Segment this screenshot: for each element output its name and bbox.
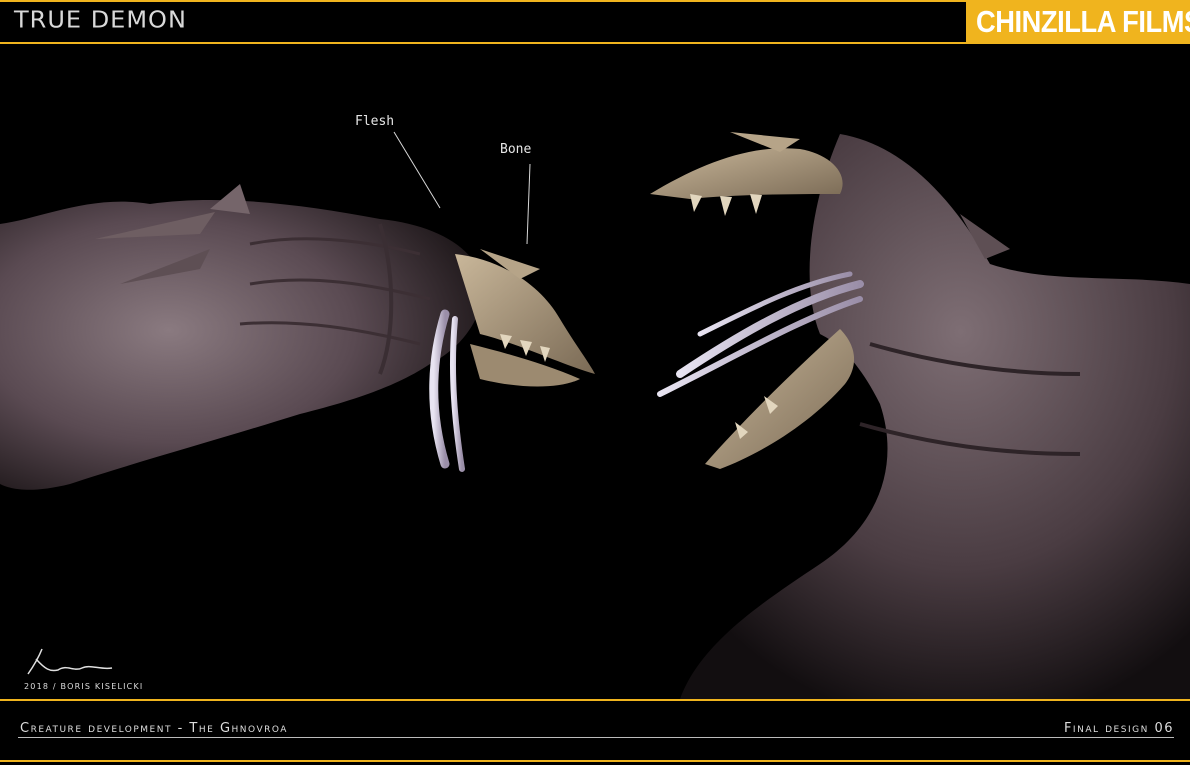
header-top-rule	[0, 0, 966, 2]
creature-illustration	[0, 131, 1190, 699]
credit-text: 2018 / BORIS KISELICKI	[24, 682, 144, 691]
flesh-pointer-line	[393, 131, 441, 209]
bone-label: Bone	[500, 142, 532, 157]
brand-logo: CHINZILLA FILMS	[966, 0, 1190, 44]
caption-right: Final design 06	[1063, 721, 1174, 736]
header-bar: TRUE DEMON CHINZILLA FILMS	[0, 0, 1190, 44]
left-creature-head	[0, 184, 595, 490]
caption-left: Creature development - The Ghnovroa	[20, 721, 288, 736]
page-title: TRUE DEMON	[14, 6, 187, 34]
flesh-label: Flesh	[355, 114, 395, 129]
brand-logo-text: CHINZILLA FILMS	[976, 4, 1190, 39]
footer-rule	[18, 737, 1174, 738]
creature-artwork	[0, 44, 1190, 699]
footer-bottom-rule	[0, 760, 1190, 762]
signature-mark	[27, 648, 113, 675]
footer-bar: Creature development - The Ghnovroa Fina…	[0, 701, 1190, 765]
bone-pointer-line	[526, 163, 531, 245]
right-creature-head	[650, 132, 1190, 699]
